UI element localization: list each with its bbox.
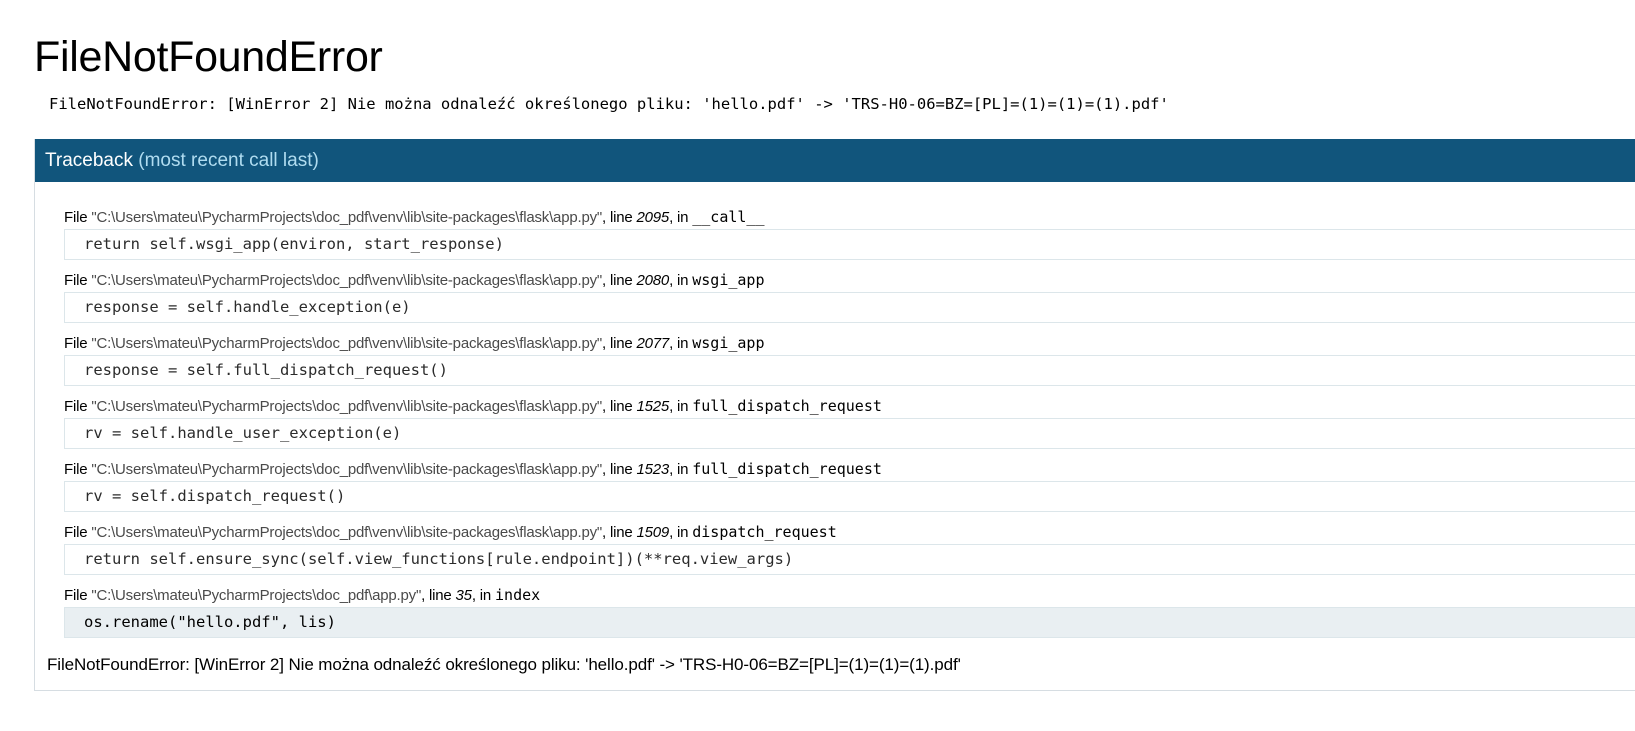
frame-line-number: 1525 [636,398,670,415]
frame-file-path: "C:\Users\mateu\PycharmProjects\doc_pdf\… [91,398,603,415]
frame-line-number: 1523 [636,461,670,478]
frame-file-path: "C:\Users\mateu\PycharmProjects\doc_pdf\… [91,272,603,289]
frame-file-path: "C:\Users\mateu\PycharmProjects\doc_pdf\… [91,587,422,604]
frame-header: File "C:\Users\mateu\PycharmProjects\doc… [64,269,1635,292]
frame-line-prefix: , line [421,587,456,604]
frame-file-prefix: File [64,272,92,289]
frame-file-path: "C:\Users\mateu\PycharmProjects\doc_pdf\… [91,461,603,478]
traceback-frames: File "C:\Users\mateu\PycharmProjects\doc… [64,206,1635,647]
traceback-panel: Traceback (most recent call last) File "… [34,139,1635,691]
traceback-frame: File "C:\Users\mateu\PycharmProjects\doc… [64,206,1635,269]
traceback-frame: File "C:\Users\mateu\PycharmProjects\doc… [64,521,1635,584]
frame-line-number: 2080 [636,272,670,289]
frame-file-path: "C:\Users\mateu\PycharmProjects\doc_pdf\… [91,335,603,352]
frame-line-number: 2095 [636,209,670,226]
error-page: FileNotFoundError FileNotFoundError: [Wi… [34,0,1635,731]
frame-in-prefix: , in [669,398,693,415]
frame-source-line[interactable]: rv = self.handle_user_exception(e) [64,418,1635,449]
traceback-frame: File "C:\Users\mateu\PycharmProjects\doc… [64,269,1635,332]
frame-function-name: index [495,586,541,604]
frame-source-line[interactable]: os.rename("hello.pdf", lis) [64,607,1635,638]
frame-file-prefix: File [64,335,92,352]
traceback-frame: File "C:\Users\mateu\PycharmProjects\doc… [64,395,1635,458]
traceback-frame: File "C:\Users\mateu\PycharmProjects\doc… [64,458,1635,521]
frame-function-name: wsgi_app [692,271,765,289]
frame-function-name: full_dispatch_request [692,460,882,478]
frame-header: File "C:\Users\mateu\PycharmProjects\doc… [64,521,1635,544]
frame-file-prefix: File [64,461,92,478]
final-error-message: FileNotFoundError: [WinError 2] Nie możn… [47,655,961,674]
traceback-header: Traceback (most recent call last) [35,139,1635,182]
frame-header: File "C:\Users\mateu\PycharmProjects\doc… [64,332,1635,355]
frame-in-prefix: , in [669,461,693,478]
frame-in-prefix: , in [669,272,693,289]
frame-line-prefix: , line [602,524,637,541]
traceback-label: Traceback [45,150,133,171]
frame-line-prefix: , line [602,272,637,289]
frame-in-prefix: , in [669,209,693,226]
page-title: FileNotFoundError [34,33,383,81]
traceback-frame: File "C:\Users\mateu\PycharmProjects\doc… [64,332,1635,395]
frame-function-name: __call__ [692,208,765,226]
frame-line-prefix: , line [602,209,637,226]
frame-in-prefix: , in [471,587,496,604]
traceback-frame-current: File "C:\Users\mateu\PycharmProjects\doc… [64,584,1635,647]
frame-header: File "C:\Users\mateu\PycharmProjects\doc… [64,206,1635,229]
frame-function-name: dispatch_request [692,523,837,541]
frame-function-name: full_dispatch_request [692,397,882,415]
traceback-sublabel: (most recent call last) [138,150,319,171]
frame-function-name: wsgi_app [692,334,765,352]
frame-source-line[interactable]: return self.ensure_sync(self.view_functi… [64,544,1635,575]
frame-line-number: 35 [455,587,473,604]
frame-file-path: "C:\Users\mateu\PycharmProjects\doc_pdf\… [91,524,603,541]
frame-line-prefix: , line [602,398,637,415]
frame-line-number: 1509 [636,524,670,541]
frame-in-prefix: , in [669,335,693,352]
frame-source-line[interactable]: response = self.handle_exception(e) [64,292,1635,323]
frame-source-line[interactable]: rv = self.dispatch_request() [64,481,1635,512]
frame-file-path: "C:\Users\mateu\PycharmProjects\doc_pdf\… [91,209,603,226]
frame-file-prefix: File [64,587,92,604]
frame-in-prefix: , in [669,524,693,541]
frame-line-number: 2077 [636,335,670,352]
frame-source-line[interactable]: return self.wsgi_app(environ, start_resp… [64,229,1635,260]
frame-line-prefix: , line [602,461,637,478]
frame-header: File "C:\Users\mateu\PycharmProjects\doc… [64,584,1635,607]
frame-file-prefix: File [64,398,92,415]
frame-header: File "C:\Users\mateu\PycharmProjects\doc… [64,395,1635,418]
frame-source-line[interactable]: response = self.full_dispatch_request() [64,355,1635,386]
frame-file-prefix: File [64,524,92,541]
frame-header: File "C:\Users\mateu\PycharmProjects\doc… [64,458,1635,481]
frame-file-prefix: File [64,209,92,226]
frame-line-prefix: , line [602,335,637,352]
error-message: FileNotFoundError: [WinError 2] Nie możn… [49,95,1169,113]
